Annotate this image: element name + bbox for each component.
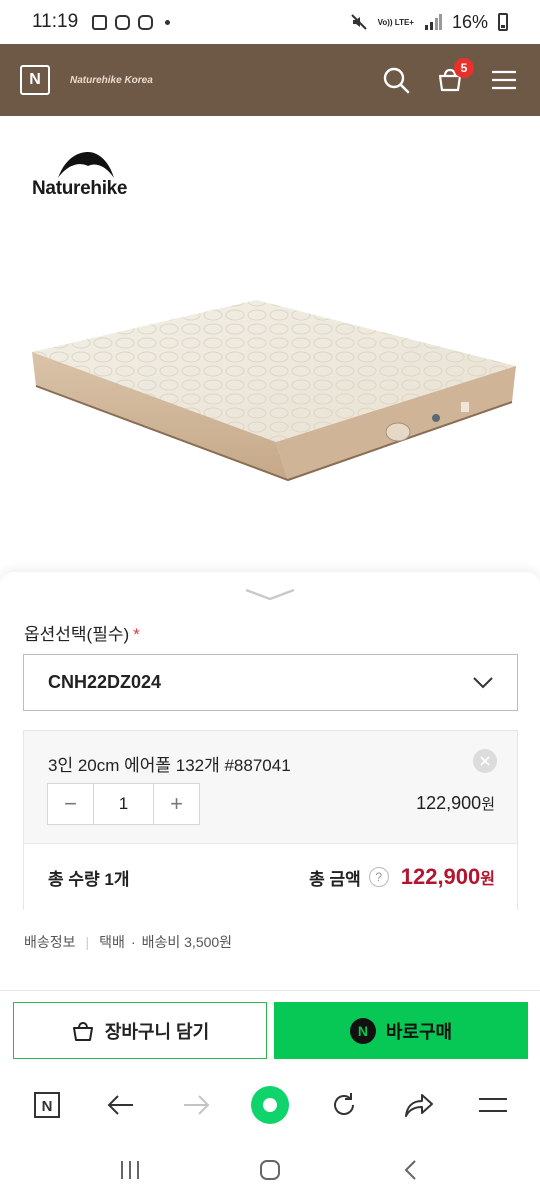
home-button[interactable] bbox=[248, 1083, 292, 1127]
tabs-button[interactable]: N bbox=[25, 1083, 69, 1127]
total-amount-group: 총 금액 ? 122,900원 bbox=[309, 864, 495, 890]
buy-now-label: 바로구매 bbox=[385, 1021, 453, 1042]
naturehike-brand-logo: Naturehike bbox=[32, 150, 142, 200]
option-select-dropdown[interactable]: CNH22DZ024 bbox=[23, 654, 518, 711]
air-mattress-image bbox=[32, 300, 516, 482]
total-amount-value: 122,900 bbox=[400, 864, 481, 889]
back-icon bbox=[108, 1095, 134, 1115]
add-to-cart-label: 장바구니 담기 bbox=[104, 1021, 210, 1042]
refresh-icon bbox=[334, 1093, 355, 1115]
shopping-bag-icon bbox=[72, 1021, 93, 1041]
chevron-down-icon bbox=[473, 676, 493, 688]
search-button[interactable] bbox=[380, 64, 412, 96]
forward-icon bbox=[183, 1095, 210, 1115]
mountain-logo-icon bbox=[58, 152, 114, 178]
menu-icon bbox=[478, 1098, 507, 1112]
item-price-currency: 원 bbox=[481, 796, 495, 813]
quantity-value[interactable]: 1 bbox=[93, 784, 154, 824]
tabs-icon: N bbox=[34, 1092, 61, 1118]
status-right: Vo)) LTE+ 16% bbox=[350, 12, 508, 33]
decrease-quantity-button[interactable]: − bbox=[48, 784, 93, 824]
recents-icon bbox=[121, 1161, 139, 1179]
total-amount-label: 총 금액 bbox=[309, 869, 361, 889]
site-logo[interactable]: N bbox=[20, 65, 50, 95]
status-time: 11:19 bbox=[32, 11, 79, 32]
menu-button[interactable] bbox=[488, 64, 520, 96]
site-header: N Naturehike Korea 5 bbox=[0, 44, 540, 116]
share-icon bbox=[404, 1094, 433, 1117]
instagram-notification-icon-2 bbox=[138, 14, 154, 30]
back-nav-button[interactable] bbox=[390, 1150, 430, 1190]
close-icon bbox=[480, 756, 490, 766]
header-actions: 5 bbox=[380, 58, 520, 96]
remove-item-button[interactable] bbox=[473, 749, 497, 773]
gallery-notification-icon bbox=[92, 14, 108, 30]
total-quantity: 총 수량 1개 bbox=[48, 869, 130, 889]
recents-button[interactable] bbox=[110, 1150, 150, 1190]
help-icon[interactable]: ? bbox=[368, 867, 389, 887]
divider: | bbox=[85, 934, 90, 950]
item-price-value: 122,900 bbox=[416, 793, 482, 813]
total-amount-currency: 원 bbox=[480, 871, 495, 888]
battery-percent: 16% bbox=[451, 11, 488, 32]
total-amount: 122,900원 bbox=[401, 864, 495, 890]
forward-button[interactable] bbox=[174, 1083, 218, 1127]
home-button-icon bbox=[260, 1160, 280, 1180]
back-nav-icon bbox=[404, 1160, 416, 1180]
total-row: 총 수량 1개 총 금액 ? 122,900원 bbox=[24, 843, 517, 910]
selected-item-name: 3인 20cm 에어폴 132개 #887041 bbox=[48, 756, 291, 775]
shipping-method: 택배 bbox=[99, 934, 125, 950]
svg-text:N: N bbox=[42, 1098, 53, 1115]
refresh-button[interactable] bbox=[322, 1083, 366, 1127]
add-to-cart-button[interactable]: 장바구니 담기 bbox=[13, 1002, 267, 1059]
instagram-notification-icon bbox=[115, 14, 131, 30]
share-button[interactable] bbox=[397, 1083, 441, 1127]
search-icon bbox=[383, 67, 410, 94]
status-bar: 11:19 Vo)) LTE+ 16% bbox=[0, 0, 540, 44]
browser-menu-button[interactable] bbox=[471, 1083, 515, 1127]
chevron-down-icon bbox=[245, 588, 295, 601]
status-left: 11:19 bbox=[32, 11, 171, 33]
shipping-label: 배송정보 bbox=[24, 934, 76, 950]
selected-item-box: 3인 20cm 에어폴 132개 #887041 − 1 + 122,900원 … bbox=[23, 730, 518, 910]
brand-logo-text: Naturehike bbox=[32, 178, 128, 199]
cart-count-badge: 5 bbox=[454, 58, 474, 78]
purchase-action-bar: 장바구니 담기 N 바로구매 bbox=[0, 990, 540, 1070]
network-type: Vo)) LTE+ bbox=[377, 17, 414, 27]
option-select-label: 옵션선택(필수) * bbox=[24, 620, 140, 645]
increase-quantity-button[interactable]: + bbox=[154, 784, 199, 824]
shipping-fee: 배송비 3,500원 bbox=[141, 934, 233, 950]
required-mark: * bbox=[133, 625, 140, 644]
home-nav-button[interactable] bbox=[250, 1150, 290, 1190]
product-image-area: Naturehike bbox=[0, 116, 540, 572]
selected-option-value: CNH22DZ024 bbox=[48, 672, 162, 692]
shipping-info: 배송정보 | 택배 · 배송비 3,500원 bbox=[24, 932, 232, 952]
cart-button[interactable]: 5 bbox=[434, 58, 474, 96]
quantity-stepper: − 1 + bbox=[47, 783, 200, 825]
mute-icon bbox=[350, 14, 367, 30]
back-button[interactable] bbox=[99, 1083, 143, 1127]
signal-icon bbox=[424, 14, 442, 30]
buy-now-button[interactable]: N 바로구매 bbox=[274, 1002, 528, 1059]
item-price: 122,900원 bbox=[416, 793, 495, 814]
hamburger-menu-icon bbox=[492, 70, 516, 90]
naver-pay-icon: N bbox=[349, 1017, 376, 1044]
option-label-text: 옵션선택(필수) bbox=[24, 625, 130, 644]
option-bottom-sheet: 옵션선택(필수) * CNH22DZ024 3인 20cm 에어폴 132개 #8… bbox=[0, 572, 540, 990]
bullet-separator: · bbox=[130, 934, 136, 950]
collapse-sheet-handle[interactable] bbox=[244, 586, 296, 602]
battery-icon bbox=[498, 13, 508, 31]
system-navigation-bar bbox=[0, 1140, 540, 1200]
brand-name[interactable]: Naturehike Korea bbox=[70, 75, 153, 86]
more-notifications-dot-icon bbox=[165, 19, 171, 25]
browser-toolbar: N bbox=[0, 1070, 540, 1140]
home-icon bbox=[250, 1086, 289, 1124]
